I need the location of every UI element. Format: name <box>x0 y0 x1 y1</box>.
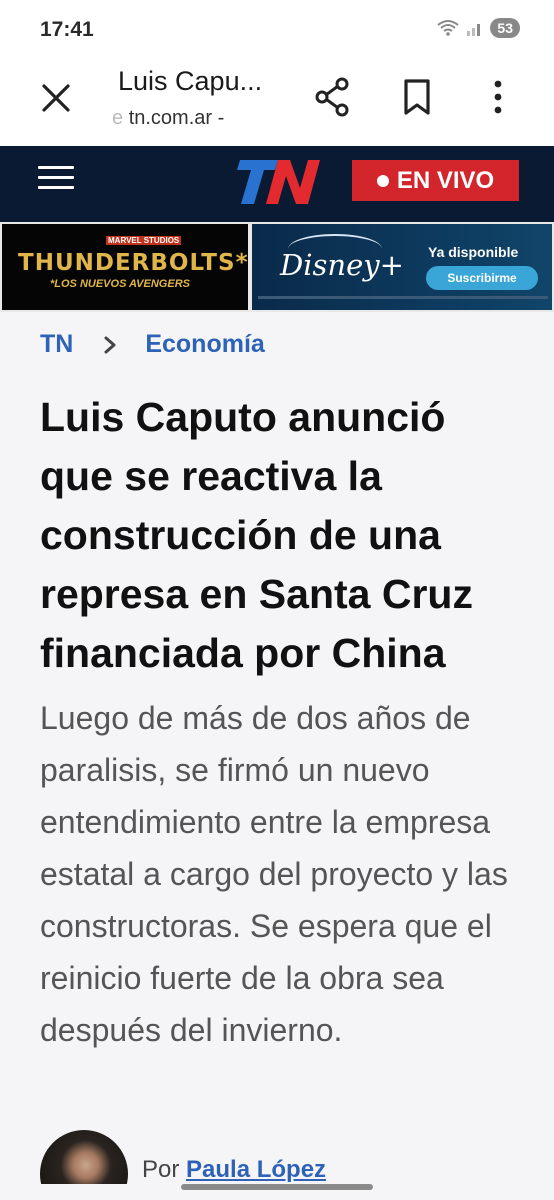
home-gesture-handle[interactable] <box>181 1184 373 1190</box>
author-name-link[interactable]: Paula López <box>186 1156 326 1183</box>
signal-icon <box>467 24 481 36</box>
article-headline: Luis Caputo anunció que se reactiva la c… <box>40 394 473 676</box>
ad-subtitle: *LOS NUEVOS AVENGERS <box>50 278 190 290</box>
ad-subscribe-button[interactable]: Suscribirme <box>426 266 538 290</box>
breadcrumb-home[interactable]: TN <box>40 330 73 359</box>
ad-available: Ya disponible <box>428 244 519 260</box>
browser-toolbar: Luis Capu... e tn.com.ar - <box>0 60 554 146</box>
status-bar: 17:41 53 <box>0 0 554 60</box>
close-icon[interactable] <box>36 78 76 118</box>
status-time: 17:41 <box>40 18 94 41</box>
more-options-icon[interactable] <box>478 76 518 118</box>
status-icons: 53 <box>436 18 520 38</box>
bookmark-icon[interactable] <box>397 76 437 118</box>
live-dot-icon <box>376 174 389 187</box>
chevron-right-icon <box>104 336 116 353</box>
breadcrumb: TN Economía <box>40 330 265 359</box>
page-url: e tn.com.ar - <box>112 107 225 129</box>
breadcrumb-section[interactable]: Economía <box>145 330 264 359</box>
ad-fine-print <box>258 296 548 299</box>
gesture-bar <box>0 1184 554 1200</box>
author-prefix: Por <box>142 1156 187 1183</box>
battery-icon: 53 <box>490 18 520 38</box>
tn-logo[interactable] <box>232 156 324 208</box>
site-header: EN VIVO <box>0 146 554 222</box>
wifi-icon <box>437 20 460 36</box>
ad-thunderbolts: MARVEL STUDIOS THUNDERBOLTS* *LOS NUEVOS… <box>2 224 248 310</box>
ad-brand: MARVEL STUDIOS <box>106 236 182 245</box>
lock-icon: e <box>112 107 129 129</box>
live-button[interactable]: EN VIVO <box>352 160 519 201</box>
share-icon[interactable] <box>312 76 354 118</box>
article-summary: Luego de más de dos años de paralisis, s… <box>40 700 508 1048</box>
ad-disney: Disney+ Ya disponible Suscribirme <box>252 224 552 310</box>
ad-title: THUNDERBOLTS* <box>18 250 249 276</box>
ad-service: Disney+ <box>280 248 404 282</box>
page-title: Luis Capu... <box>118 66 263 96</box>
live-label: EN VIVO <box>396 166 495 194</box>
hamburger-menu-icon[interactable] <box>38 166 74 196</box>
ad-banner[interactable]: MARVEL STUDIOS THUNDERBOLTS* *LOS NUEVOS… <box>0 222 554 312</box>
author-byline: Por Paula López <box>142 1156 326 1184</box>
